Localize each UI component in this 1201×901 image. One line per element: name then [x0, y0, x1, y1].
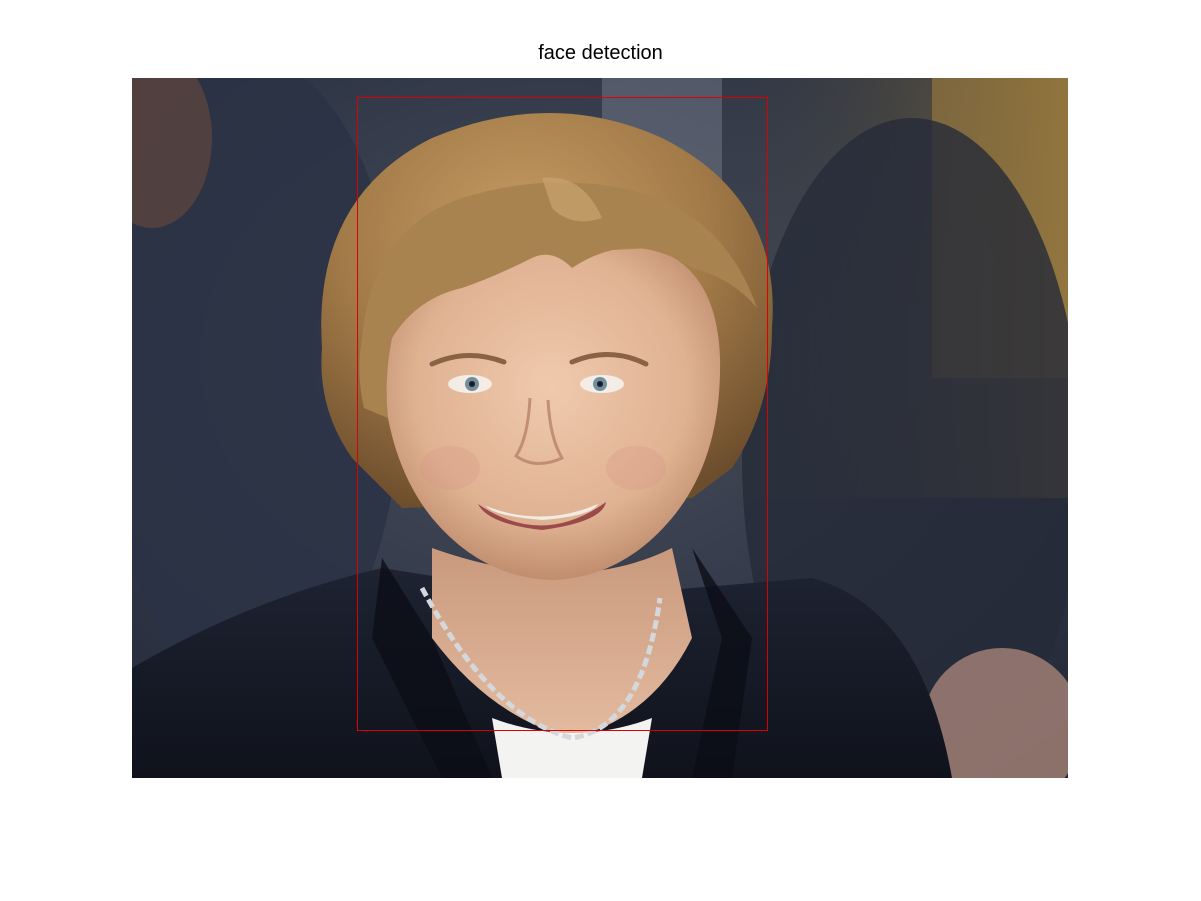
figure-title: face detection — [538, 42, 663, 64]
portrait-photo — [132, 78, 1068, 778]
photo-axes — [132, 78, 1068, 778]
